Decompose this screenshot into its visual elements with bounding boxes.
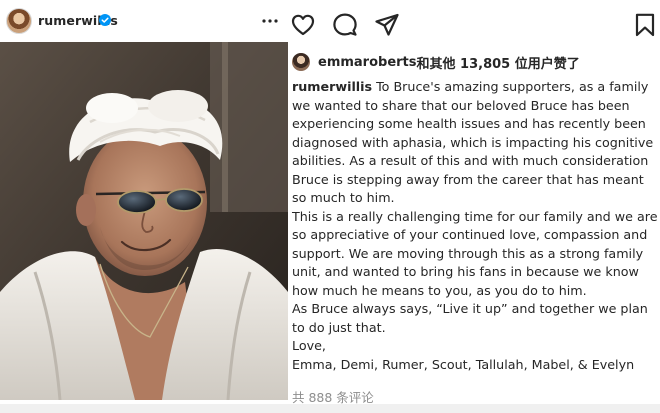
likes-summary[interactable]: emmaroberts 和其他 13,805 位用户赞了 — [292, 52, 580, 72]
post-caption: rumerwillis To Bruce's amazing supporter… — [292, 78, 658, 374]
liker-username[interactable]: emmaroberts — [318, 55, 417, 70]
send-icon[interactable] — [374, 12, 400, 38]
post-photo[interactable] — [0, 42, 288, 400]
author-avatar[interactable] — [6, 8, 32, 34]
caption-author[interactable]: rumerwillis — [292, 79, 372, 94]
caption-paragraph-3: As Bruce always says, “Live it up” and t… — [292, 301, 648, 335]
caption-paragraph-4: Love, — [292, 338, 326, 353]
more-options-icon[interactable] — [262, 19, 278, 23]
photo-illustration — [0, 42, 288, 400]
bookmark-icon[interactable] — [632, 12, 658, 38]
bottom-divider — [0, 404, 660, 413]
verified-badge-icon — [99, 14, 111, 26]
instagram-post: rumerwillis emmaroberts 和其他 13,805 位用户赞了… — [0, 0, 660, 413]
heart-icon[interactable] — [290, 12, 316, 38]
action-bar — [288, 0, 660, 48]
caption-paragraph-2: This is a really challenging time for ou… — [292, 208, 658, 298]
likes-count-text[interactable]: 和其他 13,805 位用户赞了 — [417, 53, 580, 72]
caption-paragraph-1: rumerwillis To Bruce's amazing supporter… — [292, 78, 658, 208]
comment-icon[interactable] — [332, 12, 358, 38]
liker-avatar[interactable] — [292, 53, 310, 71]
caption-paragraph-5: Emma, Demi, Rumer, Scout, Tallulah, Mabe… — [292, 356, 635, 372]
caption-text-1: To Bruce's amazing supporters, as a fami… — [292, 79, 654, 205]
post-header: rumerwillis — [0, 0, 288, 42]
